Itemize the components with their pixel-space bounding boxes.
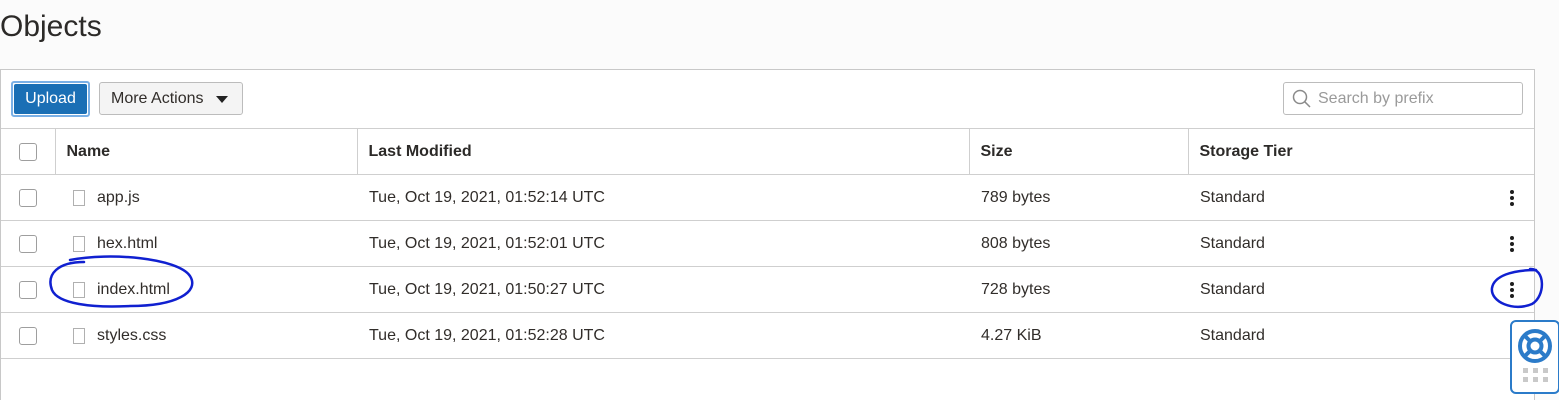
table-row: styles.css Tue, Oct 19, 2021, 01:52:28 U… bbox=[1, 312, 1534, 359]
actions-cell bbox=[1488, 220, 1534, 267]
size-cell: 728 bytes bbox=[969, 266, 1188, 313]
search-icon bbox=[1292, 89, 1311, 108]
toolbar: Upload More Actions bbox=[1, 70, 1534, 128]
column-header-size[interactable]: Size bbox=[968, 128, 1188, 175]
storage-tier-cell: Standard bbox=[1188, 174, 1488, 221]
column-header-actions bbox=[1488, 128, 1534, 175]
search-input[interactable] bbox=[1318, 89, 1508, 108]
kebab-menu-icon[interactable] bbox=[1502, 233, 1522, 255]
row-checkbox[interactable] bbox=[19, 326, 37, 345]
row-select-cell bbox=[1, 220, 55, 267]
column-header-storage-tier[interactable]: Storage Tier bbox=[1187, 128, 1488, 175]
actions-cell bbox=[1488, 174, 1534, 221]
row-select-cell bbox=[1, 174, 55, 221]
column-header-last-modified[interactable]: Last Modified bbox=[356, 128, 969, 175]
size-cell: 789 bytes bbox=[969, 174, 1188, 221]
caret-down-icon bbox=[216, 96, 229, 103]
objects-panel: Upload More Actions Name Last Modified S… bbox=[0, 69, 1535, 400]
row-checkbox[interactable] bbox=[19, 234, 37, 253]
file-icon bbox=[73, 235, 85, 252]
name-cell: hex.html bbox=[55, 220, 357, 267]
row-checkbox[interactable] bbox=[19, 280, 37, 299]
storage-tier-cell: Standard bbox=[1188, 220, 1488, 267]
upload-button-label: Upload bbox=[14, 84, 87, 114]
row-select-cell bbox=[1, 266, 55, 313]
name-cell: styles.css bbox=[55, 312, 357, 359]
objects-table: Name Last Modified Size Storage Tier app… bbox=[1, 128, 1534, 359]
kebab-menu-icon[interactable] bbox=[1502, 279, 1522, 301]
object-name-link[interactable]: hex.html bbox=[97, 235, 157, 253]
object-name-link[interactable]: styles.css bbox=[97, 327, 166, 345]
file-icon bbox=[73, 327, 85, 344]
last-modified-cell: Tue, Oct 19, 2021, 01:52:28 UTC bbox=[357, 312, 969, 359]
drag-grip-icon[interactable] bbox=[1523, 368, 1549, 386]
last-modified-cell: Tue, Oct 19, 2021, 01:50:27 UTC bbox=[357, 266, 969, 313]
size-cell: 808 bytes bbox=[969, 220, 1188, 267]
storage-tier-cell: Standard bbox=[1188, 266, 1488, 313]
object-name-link[interactable]: app.js bbox=[97, 189, 140, 207]
kebab-menu-icon[interactable] bbox=[1502, 187, 1522, 209]
size-cell: 4.27 KiB bbox=[969, 312, 1188, 359]
table-row: hex.html Tue, Oct 19, 2021, 01:52:01 UTC… bbox=[1, 220, 1534, 267]
name-cell: index.html bbox=[55, 266, 357, 313]
table-row: index.html Tue, Oct 19, 2021, 01:50:27 U… bbox=[1, 266, 1534, 313]
object-name-link[interactable]: index.html bbox=[97, 281, 170, 299]
help-widget[interactable] bbox=[1510, 320, 1559, 394]
table-header-row: Name Last Modified Size Storage Tier bbox=[1, 128, 1534, 175]
upload-button[interactable]: Upload bbox=[11, 81, 90, 117]
lifebuoy-icon[interactable] bbox=[1512, 326, 1558, 366]
row-select-cell bbox=[1, 312, 55, 359]
more-actions-label: More Actions bbox=[111, 89, 204, 107]
table-row: app.js Tue, Oct 19, 2021, 01:52:14 UTC 7… bbox=[1, 174, 1534, 221]
row-checkbox[interactable] bbox=[19, 188, 37, 207]
last-modified-cell: Tue, Oct 19, 2021, 01:52:14 UTC bbox=[357, 174, 969, 221]
page-title: Objects bbox=[0, 10, 102, 43]
search-box[interactable] bbox=[1283, 82, 1523, 115]
storage-tier-cell: Standard bbox=[1188, 312, 1488, 359]
column-header-name[interactable]: Name bbox=[54, 128, 357, 175]
select-all-checkbox[interactable] bbox=[19, 142, 37, 161]
more-actions-button[interactable]: More Actions bbox=[99, 82, 243, 115]
file-icon bbox=[73, 189, 85, 206]
actions-cell bbox=[1488, 266, 1534, 313]
select-all-cell bbox=[1, 128, 55, 175]
last-modified-cell: Tue, Oct 19, 2021, 01:52:01 UTC bbox=[357, 220, 969, 267]
name-cell: app.js bbox=[55, 174, 357, 221]
file-icon bbox=[73, 281, 85, 298]
